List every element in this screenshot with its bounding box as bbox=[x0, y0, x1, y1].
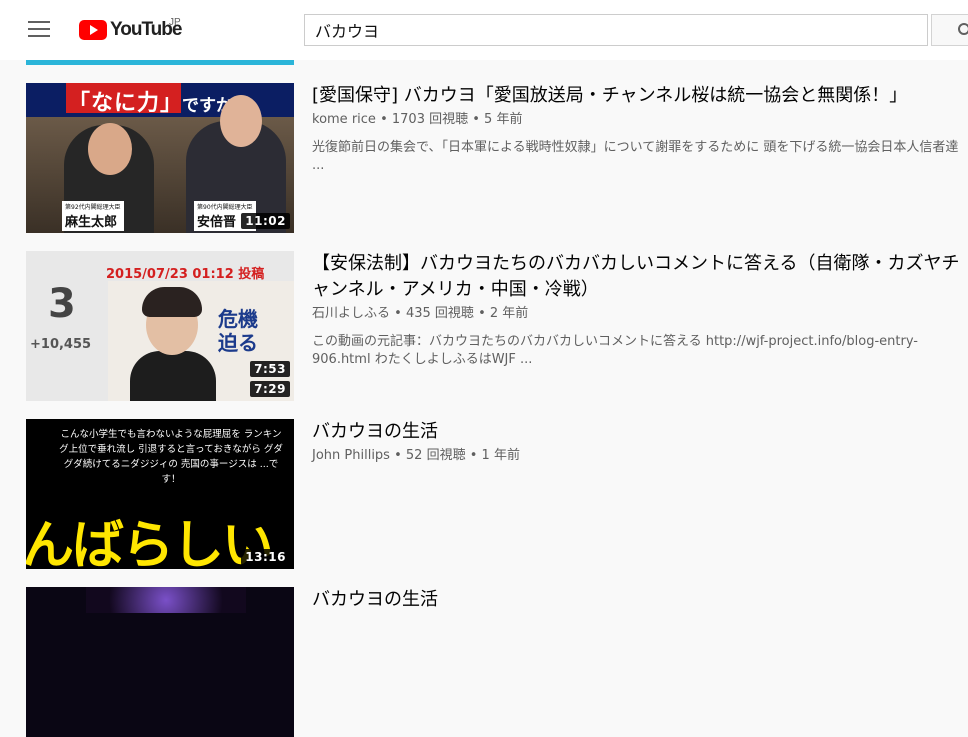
video-title[interactable]: [愛国保守] バカウヨ「愛国放送局・チャンネル桜は統一協会と無関係！」 bbox=[312, 83, 960, 109]
masthead: YouTube JP bbox=[0, 0, 968, 60]
upload-age: 1 年前 bbox=[481, 448, 520, 463]
duration-badge: 7:29 bbox=[250, 381, 290, 397]
inner-duration: 7:53 bbox=[250, 361, 290, 377]
upload-age: 2 年前 bbox=[489, 306, 529, 321]
thumb-rank: 3 bbox=[48, 281, 76, 327]
video-meta: John Phillips • 52 回視聴 • 1 年前 bbox=[312, 448, 520, 463]
video-description: この動画の元記事：バカウヨたちのバカバカしいコメントに答える http://wj… bbox=[312, 334, 918, 367]
person-head bbox=[220, 95, 262, 147]
thumb-points: +10,455 bbox=[30, 337, 92, 352]
search-button[interactable] bbox=[931, 14, 968, 46]
duration-badge: 11:02 bbox=[241, 213, 290, 229]
previous-thumbnail-edge[interactable] bbox=[26, 60, 294, 65]
channel-name[interactable]: kome rice bbox=[312, 112, 376, 127]
play-icon bbox=[79, 20, 107, 40]
thumb-date: 2015/07/23 01:12 投稿 bbox=[106, 267, 265, 282]
person-head bbox=[88, 123, 132, 175]
video-thumbnail[interactable] bbox=[26, 587, 294, 737]
video-thumbnail[interactable]: こんな小学生でも言わないような屁理屈を ランキング上位で垂れ流し 引退すると言っ… bbox=[26, 419, 294, 569]
video-title[interactable]: 【安保法制】バカウヨたちのバカバカしいコメントに答える（自衛隊・カズヤチャンネル… bbox=[312, 251, 960, 303]
video-info: バカウヨの生活 bbox=[312, 587, 960, 613]
thumb-banner-text: 「なに力」 bbox=[68, 91, 184, 116]
thumb-kanji: 危機 迫る bbox=[218, 307, 258, 355]
search-box bbox=[304, 14, 928, 46]
video-description: 光復節前日の集会で、「日本軍による戦時性奴隷」について謝罪をするために 頭を下げ… bbox=[312, 140, 959, 173]
channel-name[interactable]: John Phillips bbox=[312, 448, 390, 463]
video-thumbnail[interactable]: 「なに力」 ですか? 第92代内閣総理大臣 麻生太郎 第90代内閣総理大臣 安倍… bbox=[26, 83, 294, 233]
person-figure bbox=[130, 351, 216, 401]
upload-age: 5 年前 bbox=[484, 112, 523, 127]
search-input[interactable] bbox=[305, 15, 927, 45]
thumb-text: こんな小学生でも言わないような屁理屈を ランキング上位で垂れ流し 引退すると言っ… bbox=[59, 429, 283, 485]
video-result[interactable]: バカウヨの生活 bbox=[26, 587, 956, 737]
hamburger-menu-icon[interactable] bbox=[28, 21, 50, 39]
video-info: バカウヨの生活 John Phillips • 52 回視聴 • 1 年前 bbox=[312, 419, 960, 465]
video-info: [愛国保守] バカウヨ「愛国放送局・チャンネル桜は統一協会と無関係！」 kome… bbox=[312, 83, 960, 175]
thumb-caption: 第92代内閣総理大臣 麻生太郎 bbox=[62, 201, 124, 231]
video-result[interactable]: 2015/07/23 01:12 投稿 3 +10,455 危機 迫る 7:53 … bbox=[26, 251, 959, 401]
view-count: 1703 回視聴 bbox=[391, 112, 469, 127]
channel-name[interactable]: 石川よしふる bbox=[312, 306, 390, 321]
thumb-big-text: んばらしい bbox=[26, 516, 274, 569]
video-meta: 石川よしふる • 435 回視聴 • 2 年前 bbox=[312, 306, 529, 321]
video-thumbnail[interactable]: 2015/07/23 01:12 投稿 3 +10,455 危機 迫る 7:53 … bbox=[26, 251, 294, 401]
video-title[interactable]: バカウヨの生活 bbox=[312, 587, 960, 613]
view-count: 52 回視聴 bbox=[405, 448, 466, 463]
view-count: 435 回視聴 bbox=[405, 306, 474, 321]
duration-badge: 13:16 bbox=[241, 549, 290, 565]
logo-region: JP bbox=[169, 17, 181, 28]
video-meta: kome rice • 1703 回視聴 • 5 年前 bbox=[312, 112, 523, 127]
search-icon bbox=[958, 23, 968, 35]
video-result[interactable]: こんな小学生でも言わないような屁理屈を ランキング上位で垂れ流し 引退すると言っ… bbox=[26, 419, 956, 569]
video-info: 【安保法制】バカウヨたちのバカバカしいコメントに答える（自衛隊・カズヤチャンネル… bbox=[312, 251, 960, 369]
video-title[interactable]: バカウヨの生活 bbox=[312, 419, 960, 445]
video-result[interactable]: 「なに力」 ですか? 第92代内閣総理大臣 麻生太郎 第90代内閣総理大臣 安倍… bbox=[26, 83, 958, 233]
